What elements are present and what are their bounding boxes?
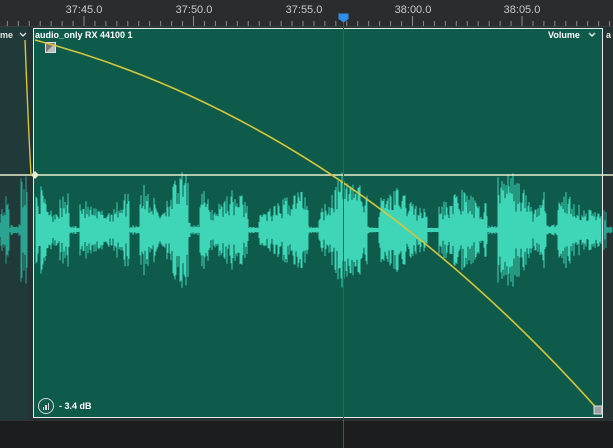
playhead-handle-icon[interactable] (338, 13, 349, 23)
playhead-line[interactable] (343, 14, 344, 448)
waveform (0, 172, 613, 288)
timeline-panel: 37:45.0 37:50.0 37:55.0 38:00.0 38:05.0 … (0, 0, 613, 448)
clip-parameter-label: Volume (548, 30, 580, 40)
fade-handle-icon[interactable] (45, 42, 56, 53)
clip-gain-readout[interactable]: - 3.4 dB (38, 398, 92, 414)
clip-title: audio_only RX 44100 1 (35, 30, 133, 40)
clip-gain-value: - 3.4 dB (59, 401, 92, 411)
timeline-footer (0, 420, 613, 448)
volume-meter-icon (38, 398, 54, 414)
clip-parameter-menu[interactable]: Volume (548, 30, 596, 40)
next-clip-label: a (606, 30, 612, 40)
waveform-bars (0, 172, 613, 288)
chevron-down-icon[interactable] (588, 32, 596, 38)
